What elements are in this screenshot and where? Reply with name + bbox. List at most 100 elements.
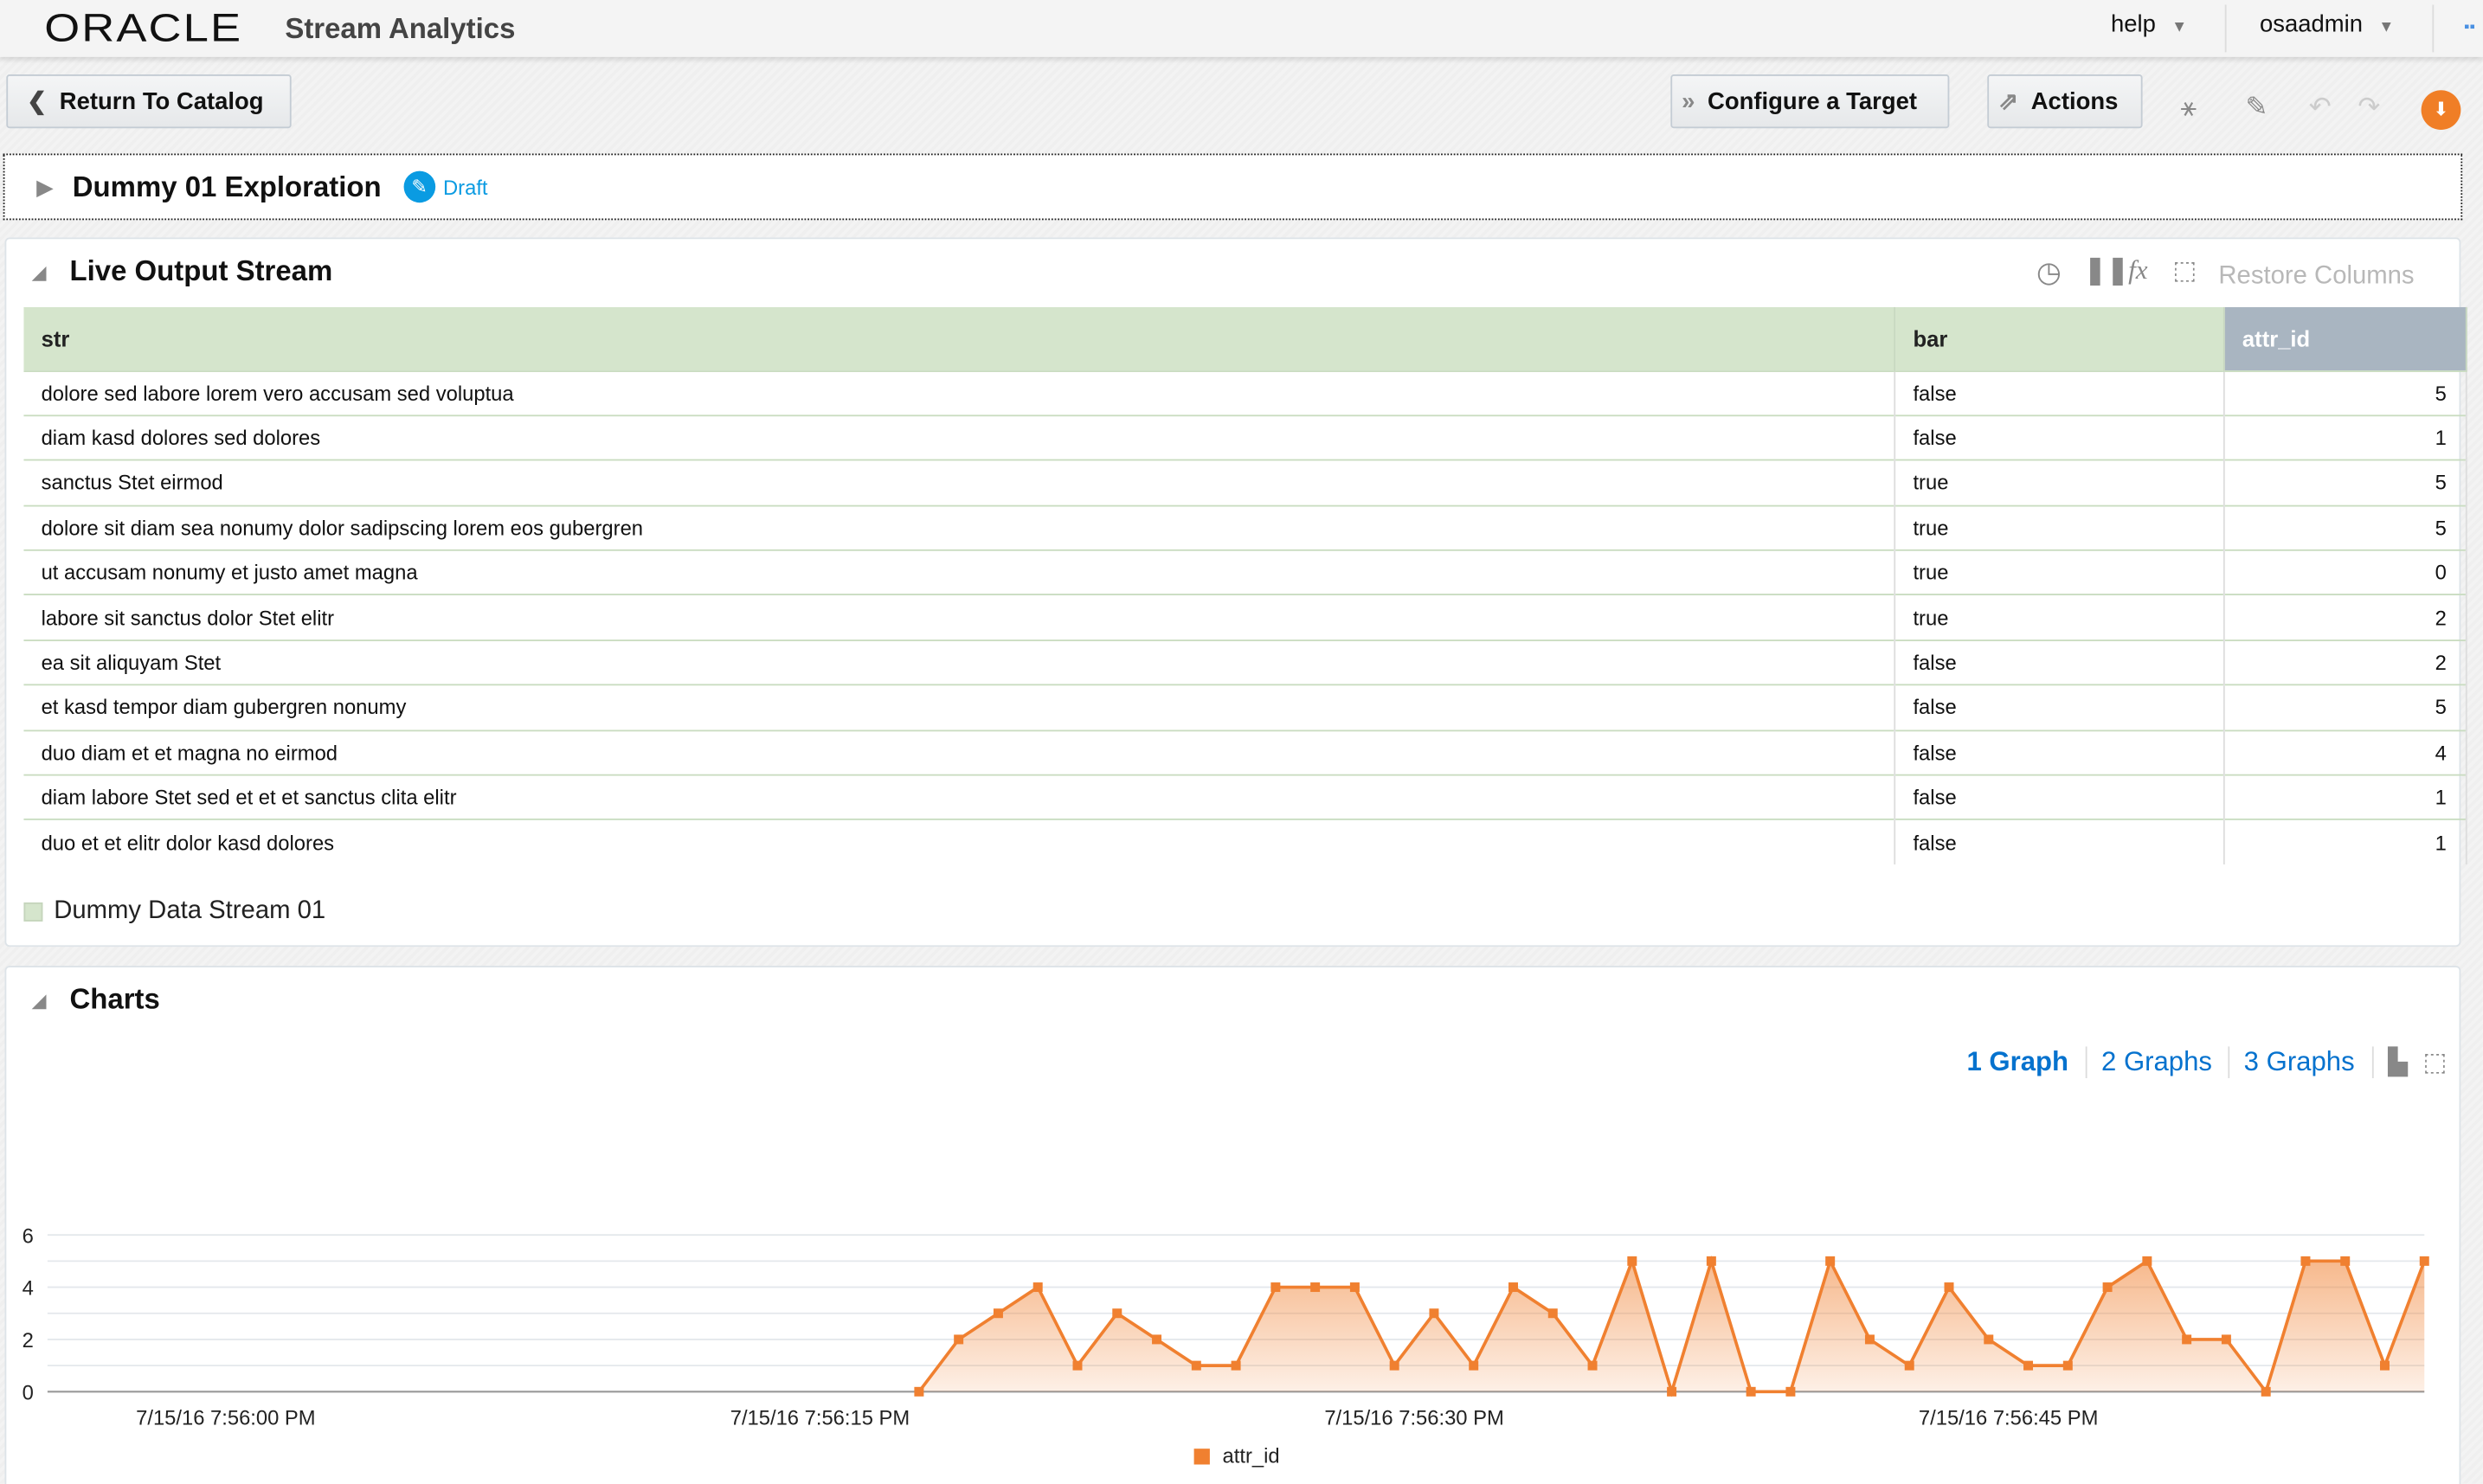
data-point xyxy=(1785,1386,1796,1397)
stream-legend: Dummy Data Stream 01 xyxy=(54,897,326,925)
data-point xyxy=(1547,1308,1558,1319)
cell-attr_id: 5 xyxy=(2223,684,2467,730)
table-row[interactable]: et kasd tempor diam gubergren nonumy fals… xyxy=(23,684,2467,730)
divider xyxy=(2432,4,2435,53)
x-tick-label: 7/15/16 7:56:00 PM xyxy=(136,1407,315,1430)
cell-attr_id: 1 xyxy=(2223,774,2467,820)
table-row[interactable]: duo et et elitr dolor kasd dolores false 1 xyxy=(23,819,2467,865)
cell-str: duo et et elitr dolor kasd dolores xyxy=(23,819,1896,865)
help-menu[interactable]: help ▼ xyxy=(2111,11,2187,38)
cell-attr_id: 0 xyxy=(2223,549,2467,595)
data-point xyxy=(2102,1282,2113,1293)
edit-notes-icon[interactable]: ✎ xyxy=(2246,92,2268,124)
undo-icon[interactable]: ↶ xyxy=(2309,92,2332,124)
help-label: help xyxy=(2110,10,2156,38)
expand-triangle-icon[interactable]: ▶ xyxy=(36,173,54,200)
cell-attr_id: 5 xyxy=(2223,504,2467,550)
data-point xyxy=(1349,1282,1360,1293)
cell-str: dolore sit diam sea nonumy dolor sadipsc… xyxy=(23,504,1896,550)
cell-str: diam kasd dolores sed dolores xyxy=(23,414,1896,461)
y-tick-label: 0 xyxy=(23,1381,34,1404)
column-header-attr_id[interactable]: attr_id xyxy=(2223,306,2467,371)
table-row[interactable]: ea sit aliquyam Stet false 2 xyxy=(23,639,2467,685)
actions-label: Actions xyxy=(2030,87,2119,115)
chevron-down-icon: ▼ xyxy=(2378,18,2395,37)
data-point xyxy=(1746,1386,1756,1397)
table-row[interactable]: diam kasd dolores sed dolores false 1 xyxy=(23,414,2467,461)
pencil-icon[interactable]: ✎ xyxy=(403,170,435,203)
data-point xyxy=(2300,1256,2311,1266)
return-label: Return To Catalog xyxy=(59,87,264,115)
data-point xyxy=(2419,1256,2429,1266)
cell-attr_id: 5 xyxy=(2223,459,2467,505)
cell-attr_id: 1 xyxy=(2223,819,2467,865)
data-point xyxy=(1587,1360,1598,1371)
data-point xyxy=(1231,1360,1241,1371)
data-point xyxy=(914,1386,924,1397)
publish-icon[interactable]: ⬇ xyxy=(2421,90,2461,131)
data-point xyxy=(1112,1308,1122,1319)
table-row[interactable]: dolore sed labore lorem vero accusam sed… xyxy=(23,369,2467,416)
cell-str: et kasd tempor diam gubergren nonumy xyxy=(23,684,1896,730)
data-point xyxy=(1864,1334,1875,1345)
actions-button[interactable]: ⇗ Actions xyxy=(1987,74,2143,129)
cell-bar: false xyxy=(1894,369,2225,416)
three-graphs-link[interactable]: 3 Graphs xyxy=(2244,1046,2355,1078)
data-point xyxy=(2062,1360,2073,1371)
table-row[interactable]: duo diam et et magna no eirmod false 4 xyxy=(23,729,2467,775)
expand-icon[interactable]: ⬚ xyxy=(2422,1046,2447,1078)
cell-bar: false xyxy=(1894,639,2225,685)
table-row[interactable]: dolore sit diam sea nonumy dolor sadipsc… xyxy=(23,504,2467,550)
more-icon[interactable]: ▪▪ xyxy=(2464,19,2475,36)
data-point xyxy=(2221,1334,2231,1345)
table-row[interactable]: ut accusam nonumy et justo amet magna tru… xyxy=(23,549,2467,595)
collapse-triangle-icon[interactable]: ◢ xyxy=(32,990,47,1012)
layout-icon[interactable]: ▙ xyxy=(2388,1046,2408,1078)
table-row[interactable]: labore sit sanctus dolor Stet elitr true 2 xyxy=(23,594,2467,640)
chevron-left-icon: ❮ xyxy=(27,88,48,116)
data-point xyxy=(993,1308,1003,1319)
data-point xyxy=(1984,1334,1994,1345)
cell-bar: false xyxy=(1894,414,2225,461)
exploration-title: Dummy 01 Exploration xyxy=(72,170,382,202)
return-to-catalog-button[interactable]: ❮ Return To Catalog xyxy=(6,74,292,129)
data-point xyxy=(1429,1308,1439,1319)
function-icon[interactable]: fx xyxy=(2128,255,2147,287)
draft-status: Draft xyxy=(443,175,488,199)
attr-id-chart: 0 2 4 6 7/15/16 7:56:00 PM 7/15/16 7:56:15 PM… xyxy=(23,1224,2429,1468)
exploration-bar[interactable]: ▶ Dummy 01 Exploration ✎ Draft xyxy=(3,153,2463,221)
clock-icon[interactable]: ◷ xyxy=(2036,256,2062,289)
data-point xyxy=(2023,1360,2034,1371)
export-icon: ⇗ xyxy=(1998,88,2019,116)
two-graphs-link[interactable]: 2 Graphs xyxy=(2101,1046,2212,1078)
data-point xyxy=(1904,1360,1914,1371)
one-graph-link[interactable]: 1 Graph xyxy=(1966,1046,2068,1078)
collapse-triangle-icon[interactable]: ◢ xyxy=(32,261,47,284)
cell-bar: true xyxy=(1894,459,2225,505)
charts-title: Charts xyxy=(69,983,160,1015)
cell-str: labore sit sanctus dolor Stet elitr xyxy=(23,594,1896,640)
divider xyxy=(2224,4,2227,53)
configure-target-button[interactable]: » Configure a Target xyxy=(1670,74,1950,129)
user-label: osaadmin xyxy=(2259,10,2363,38)
expand-icon[interactable]: ⬚ xyxy=(2172,255,2197,287)
cell-bar: false xyxy=(1894,819,2225,865)
column-header-bar[interactable]: bar xyxy=(1894,306,2225,371)
restore-columns-button[interactable]: Restore Columns xyxy=(2218,263,2414,292)
topology-icon[interactable]: ⚹ xyxy=(2180,92,2197,124)
table-row[interactable]: sanctus Stet eirmod true 5 xyxy=(23,459,2467,505)
user-menu[interactable]: osaadmin ▼ xyxy=(2260,11,2394,38)
pause-icon[interactable]: ❚❚ xyxy=(2084,255,2129,287)
x-tick-label: 7/15/16 7:56:30 PM xyxy=(1324,1407,1503,1430)
table-row[interactable]: diam labore Stet sed et et et sanctus cl… xyxy=(23,774,2467,820)
configure-label: Configure a Target xyxy=(1708,87,1917,115)
app-name: Stream Analytics xyxy=(285,12,516,45)
cell-bar: true xyxy=(1894,504,2225,550)
data-point xyxy=(1706,1256,1716,1266)
redo-icon[interactable]: ↷ xyxy=(2358,92,2380,124)
column-header-str[interactable]: str xyxy=(23,306,1896,371)
data-point xyxy=(2261,1386,2271,1397)
x-tick-label: 7/15/16 7:56:15 PM xyxy=(730,1407,910,1430)
cell-str: dolore sed labore lorem vero accusam sed… xyxy=(23,369,1896,416)
cell-str: sanctus Stet eirmod xyxy=(23,459,1896,505)
